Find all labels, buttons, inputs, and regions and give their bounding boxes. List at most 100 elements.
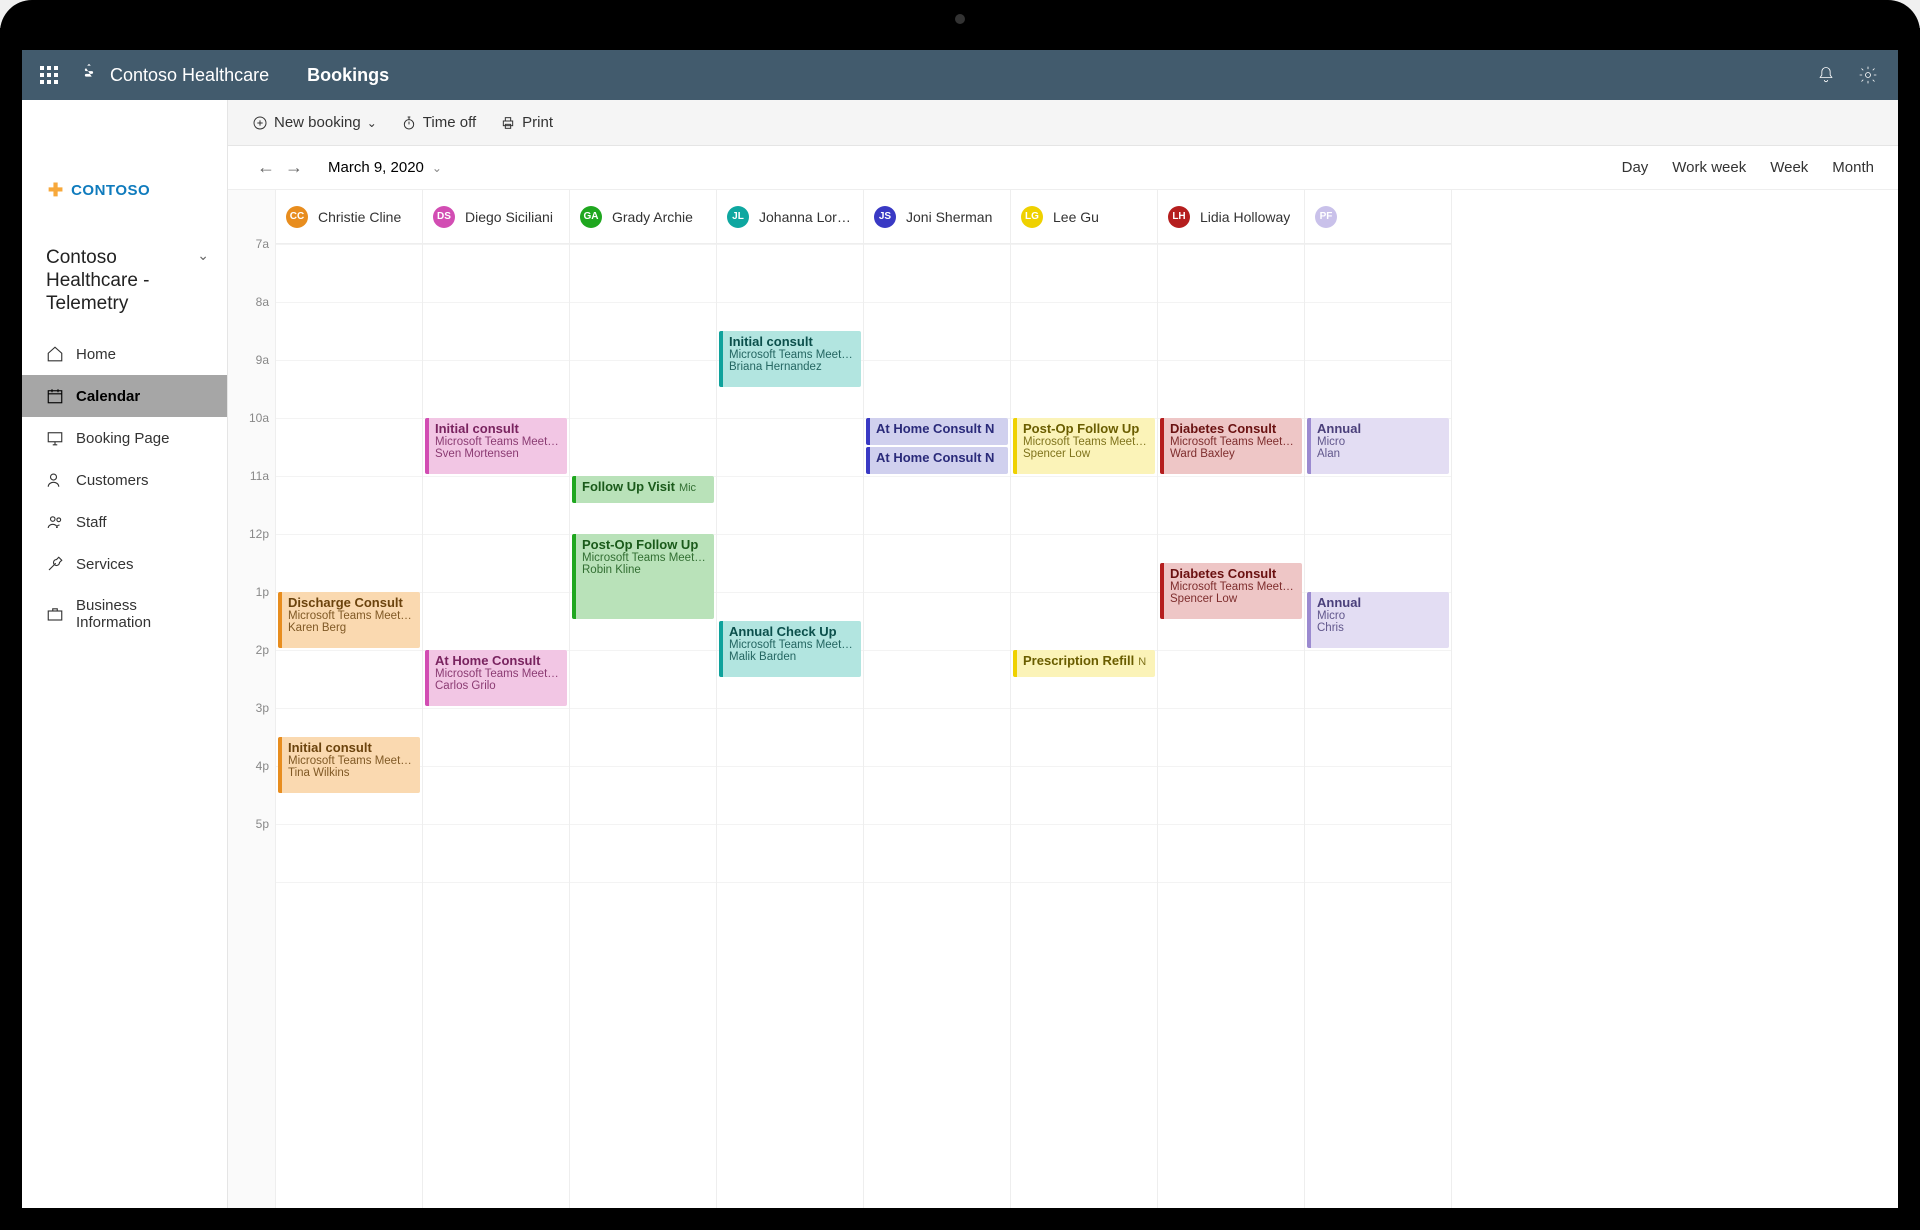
staff-header[interactable]: LGLee Gu [1011,190,1157,244]
staff-header[interactable]: CCChristie Cline [276,190,422,244]
staff-header[interactable]: DS Diego Siciliani [423,190,569,244]
calendar-columns: CCChristie Cline Discharge ConsultMicroso… [276,190,1898,1208]
new-booking-button[interactable]: New booking ⌄ [252,114,377,131]
hour-label: 12p [249,527,269,541]
calendar-event[interactable]: Initial consultMicrosoft Teams MeetingTi… [278,737,420,793]
event-title: At Home Consult [435,653,561,668]
event-location: Microsoft Teams Meeting [435,436,561,448]
calendar-event[interactable]: Initial consultMicrosoft Teams MeetingBr… [719,331,861,387]
staff-header[interactable]: JSJoni Sherman [864,190,1010,244]
staff-column: JSJoni ShermanAt Home Consult NAt Home C… [864,190,1011,1208]
chevron-down-icon: ⌄ [367,116,377,130]
nav-calendar[interactable]: Calendar [22,375,227,417]
hour-label: 7a [256,237,269,251]
staff-header[interactable]: PF [1305,190,1451,244]
avatar: DS [433,206,455,228]
event-location: Micro [1317,610,1443,622]
calendar-event[interactable]: Diabetes ConsultMicrosoft Teams MeetingW… [1160,418,1302,474]
nav-home[interactable]: Home [22,333,227,375]
settings-icon[interactable] [1856,63,1880,87]
calendar-event[interactable]: At Home ConsultMicrosoft Teams MeetingCa… [425,650,567,706]
calendar-event[interactable]: Diabetes ConsultMicrosoft Teams MeetingS… [1160,563,1302,619]
nav-business-info[interactable]: Business Information [22,585,227,643]
staff-column: DS Diego Siciliani Initial consultMicrosof… [423,190,570,1208]
event-title: Follow Up Visit [582,479,675,494]
event-location: Microsoft Teams Meeting [582,552,708,564]
calendar-event[interactable]: AnnualMicroAlan [1307,418,1449,474]
column-body[interactable]: AnnualMicroAlan AnnualMicroChris [1305,244,1451,1208]
column-body[interactable]: Follow Up VisitMic Post-Op Follow UpMicro… [570,244,716,1208]
calendar-event[interactable]: At Home Consult N [866,447,1008,474]
column-body[interactable]: Diabetes ConsultMicrosoft Teams MeetingW… [1158,244,1304,1208]
workspace-picker[interactable]: Contoso Healthcare - Telemetry ⌄ [22,237,227,333]
notifications-icon[interactable] [1814,63,1838,87]
event-title: Annual Check Up [729,624,855,639]
event-location: Microsoft Teams Meeting [288,610,414,622]
staff-name: Johanna Lorenz [759,209,853,225]
brand: Contoso Healthcare [78,62,269,89]
column-body[interactable]: Initial consultMicrosoft Teams MeetingBr… [717,244,863,1208]
column-body[interactable]: Discharge ConsultMicrosoft Teams Meeting… [276,244,422,1208]
event-title: Initial consult [435,421,561,436]
calendar-event[interactable]: Prescription RefillN [1013,650,1155,677]
main: New booking ⌄ Time off Print ← → March 9… [228,100,1898,1208]
staff-header[interactable]: LHLidia Holloway [1158,190,1304,244]
column-body[interactable]: Post-Op Follow UpMicrosoft Teams Meeting… [1011,244,1157,1208]
calendar-event[interactable]: AnnualMicroChris [1307,592,1449,648]
nav-services[interactable]: Services [22,543,227,585]
event-title: Post-Op Follow Up [582,537,708,552]
nav-customers[interactable]: Customers [22,459,227,501]
view-work-week[interactable]: Work week [1672,159,1746,176]
people-icon [46,513,64,531]
avatar: JS [874,206,896,228]
event-location: Microsoft Teams Meeting [1023,436,1149,448]
current-date: March 9, 2020 [328,159,424,176]
calendar-event[interactable]: At Home Consult N [866,418,1008,445]
home-icon [46,345,64,363]
calendar-event[interactable]: Initial consultMicrosoft Teams MeetingSv… [425,418,567,474]
event-customer: Sven Mortensen [435,448,561,460]
tenant-logo: ✚ CONTOSO [22,124,227,237]
event-title: Prescription Refill [1023,653,1134,668]
prev-day-button[interactable]: ← [252,154,280,182]
event-title: Annual [1317,595,1443,610]
new-booking-label: New booking [274,114,361,131]
briefcase-icon [46,605,64,623]
column-body[interactable]: At Home Consult N At Home Consult N [864,244,1010,1208]
date-picker[interactable]: March 9, 2020 ⌄ [328,159,442,176]
time-off-button[interactable]: Time off [401,114,476,131]
calendar-event[interactable]: Annual Check UpMicrosoft Teams MeetingMa… [719,621,861,677]
next-day-button[interactable]: → [280,154,308,182]
event-customer: Ward Baxley [1170,448,1296,460]
calendar-event[interactable]: Post-Op Follow UpMicrosoft Teams Meeting… [572,534,714,619]
event-title: At Home Consult N [876,450,994,465]
event-title: Initial consult [288,740,414,755]
staff-column: LHLidia Holloway Diabetes ConsultMicrosof… [1158,190,1305,1208]
nav-staff[interactable]: Staff [22,501,227,543]
staff-name: Diego Siciliani [465,209,553,225]
staff-header[interactable]: JLJohanna Lorenz [717,190,863,244]
datebar: ← → March 9, 2020 ⌄ Day Work week Week M… [228,146,1898,190]
event-title: Initial consult [729,334,855,349]
column-body[interactable]: Initial consultMicrosoft Teams MeetingSv… [423,244,569,1208]
calendar-event[interactable]: Discharge ConsultMicrosoft Teams Meeting… [278,592,420,648]
staff-column: GAGrady Archie Follow Up VisitMic Post-Op … [570,190,717,1208]
calendar-event[interactable]: Follow Up VisitMic [572,476,714,503]
staff-name: Grady Archie [612,209,693,225]
event-customer: Briana Hernandez [729,361,855,373]
view-month[interactable]: Month [1832,159,1874,176]
view-week[interactable]: Week [1770,159,1808,176]
staff-name: Lidia Holloway [1200,209,1290,225]
view-day[interactable]: Day [1622,159,1649,176]
event-customer: Robin Kline [582,564,708,576]
workspace-name: Contoso Healthcare - Telemetry [46,247,197,315]
calendar-event[interactable]: Post-Op Follow UpMicrosoft Teams Meeting… [1013,418,1155,474]
nav-booking-page[interactable]: Booking Page [22,417,227,459]
time-off-label: Time off [423,114,476,131]
chevron-down-icon: ⌄ [432,161,442,175]
print-button[interactable]: Print [500,114,553,131]
event-location: Microsoft Teams Meeting [288,755,414,767]
nav-label: Calendar [76,388,140,405]
app-launcher-icon[interactable] [40,66,58,84]
staff-header[interactable]: GAGrady Archie [570,190,716,244]
